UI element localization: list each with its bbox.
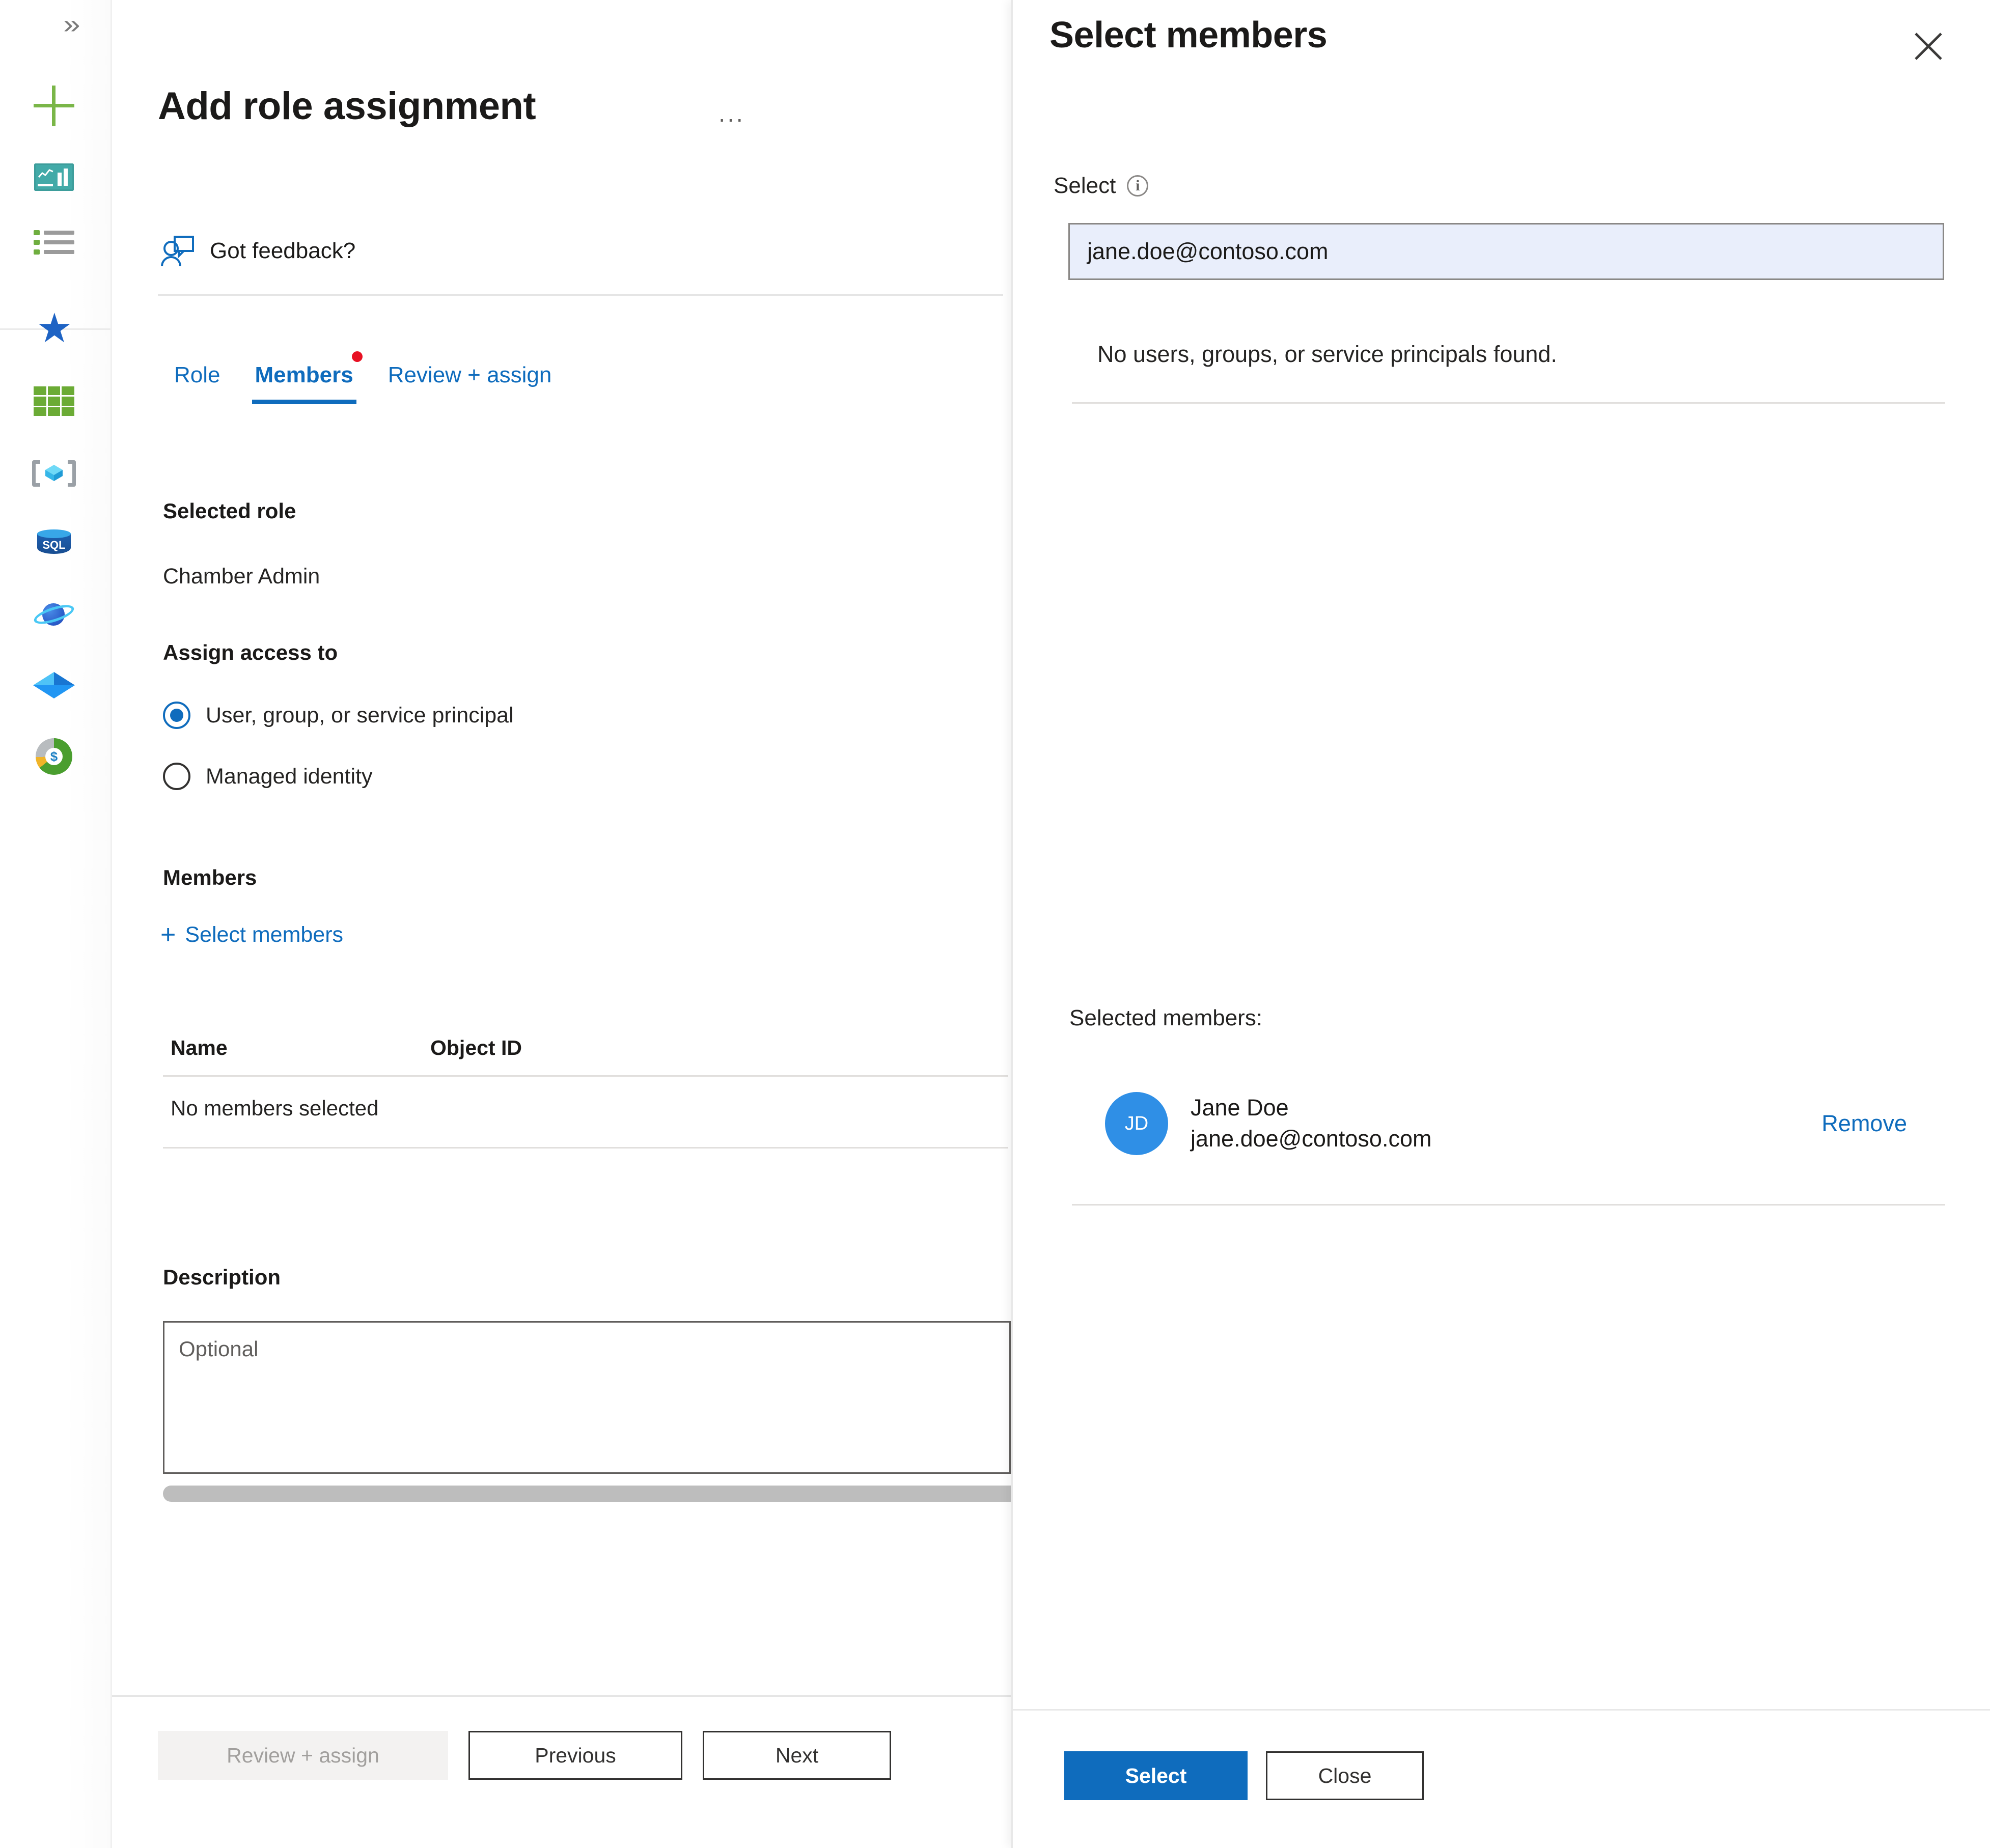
column-header-object-id: Object ID <box>430 1036 522 1059</box>
favorites-star-icon: ★ <box>36 305 73 351</box>
got-feedback-label: Got feedback? <box>210 238 356 263</box>
sql-databases-icon: SQL <box>37 529 71 558</box>
resource-groups-grid-icon <box>34 386 74 416</box>
tab-role[interactable]: Role <box>157 362 238 404</box>
sidebar-item-all-resources[interactable] <box>30 218 78 267</box>
no-results-message: No users, groups, or service principals … <box>1097 341 1557 367</box>
radio-user-group-service-principal-label: User, group, or service principal <box>206 703 514 727</box>
blade-footer-divider <box>112 1695 1011 1697</box>
blade-tabs: Role Members Review + assign <box>157 351 569 404</box>
description-placeholder: Optional <box>179 1337 259 1361</box>
panel-title: Select members <box>1049 15 1328 55</box>
sidebar-item-cost-management-and-billing[interactable]: $ <box>30 732 78 781</box>
dashboard-chart-line <box>38 169 53 180</box>
description-heading: Description <box>163 1265 281 1289</box>
selected-member-texts: Jane Doe jane.doe@contoso.com <box>1191 1094 1821 1153</box>
tab-members-label: Members <box>255 362 353 387</box>
radio-selected-icon <box>163 702 190 729</box>
feedback-person-icon <box>158 232 197 270</box>
blade-more-actions-button[interactable]: ··· <box>718 107 744 130</box>
select-members-button[interactable]: + Select members <box>160 921 343 948</box>
members-table-empty-cell: No members selected <box>171 1096 379 1120</box>
add-role-assignment-blade: Add role assignment ··· Got feedback? Ro… <box>112 0 1011 1848</box>
assign-access-to-heading: Assign access to <box>163 640 338 664</box>
selected-members-divider <box>1072 1204 1945 1206</box>
radio-managed-identity[interactable]: Managed identity <box>163 763 373 790</box>
description-input[interactable]: Optional <box>163 1321 1011 1474</box>
sidebar-item-dashboard[interactable] <box>30 153 78 202</box>
all-resources-list-icon <box>34 230 74 255</box>
select-field-label-row: Select i <box>1054 173 1149 199</box>
dashboard-bar-1 <box>58 173 62 186</box>
got-feedback-link[interactable]: Got feedback? <box>158 232 355 270</box>
select-button[interactable]: Select <box>1064 1751 1248 1800</box>
dashboard-bar-2 <box>64 169 68 186</box>
list-item: JD Jane Doe jane.doe@contoso.com Remove <box>1105 1092 1943 1155</box>
close-button[interactable]: Close <box>1266 1751 1424 1800</box>
members-table-bottom-divider <box>163 1147 1008 1149</box>
close-icon[interactable] <box>1906 24 1950 68</box>
horizontal-scrollbar-thumb[interactable] <box>163 1486 1011 1502</box>
tab-members[interactable]: Members <box>238 351 371 404</box>
selected-role-heading: Selected role <box>163 499 296 523</box>
header-divider <box>158 294 1003 296</box>
dashboard-icon <box>34 163 74 191</box>
table-row: No members selected <box>163 1077 1008 1147</box>
sidebar-item-resource-groups[interactable] <box>30 377 78 426</box>
column-header-name: Name <box>171 1036 228 1059</box>
previous-button[interactable]: Previous <box>468 1731 682 1780</box>
select-members-label: Select members <box>185 922 344 947</box>
left-nav-rail: » ★ SQL $ <box>0 0 112 1848</box>
left-nav-rail-background <box>0 0 110 1848</box>
remove-member-button[interactable]: Remove <box>1821 1110 1907 1137</box>
info-icon[interactable]: i <box>1127 175 1149 197</box>
sidebar-item-favorites[interactable]: ★ <box>30 305 78 354</box>
radio-user-group-service-principal[interactable]: User, group, or service principal <box>163 702 514 729</box>
avatar: JD <box>1105 1092 1168 1155</box>
tab-review-assign-label: Review + assign <box>388 362 552 387</box>
review-assign-button[interactable]: Review + assign <box>158 1731 448 1780</box>
panel-results-divider <box>1072 402 1945 404</box>
blade-footer: Review + assign Previous Next <box>158 1731 891 1780</box>
selected-member-email: jane.doe@contoso.com <box>1191 1126 1432 1152</box>
app-services-icon <box>32 458 76 489</box>
page-title: Add role assignment <box>158 85 536 128</box>
next-button[interactable]: Next <box>703 1731 891 1780</box>
app-root: » ★ SQL $ Add role assignment ··· Got fe… <box>0 0 1990 1848</box>
plus-icon: + <box>160 920 176 949</box>
sidebar-item-azure-service[interactable] <box>30 661 78 710</box>
tab-role-label: Role <box>174 362 220 387</box>
tab-review-assign[interactable]: Review + assign <box>371 362 569 404</box>
azure-diamond-icon <box>33 672 75 698</box>
radio-unselected-icon <box>163 763 190 790</box>
select-members-search-input[interactable]: jane.doe@contoso.com <box>1068 223 1944 280</box>
selected-role-value: Chamber Admin <box>163 564 320 589</box>
sidebar-item-app-services[interactable] <box>30 449 78 498</box>
selected-member-name: Jane Doe <box>1191 1095 1289 1121</box>
members-heading: Members <box>163 865 257 889</box>
sidebar-item-azure-cosmos-db[interactable] <box>30 590 78 638</box>
panel-footer-divider <box>1013 1709 1990 1711</box>
sidebar-item-sql-databases[interactable]: SQL <box>30 519 78 568</box>
chevron-double-right-icon[interactable]: » <box>63 11 80 38</box>
sidebar-item-create-a-resource[interactable] <box>30 81 78 130</box>
panel-footer: Select Close <box>1064 1751 1424 1800</box>
selected-members-label: Selected members: <box>1069 1005 1263 1030</box>
select-field-label: Select <box>1054 173 1116 198</box>
radio-managed-identity-label: Managed identity <box>206 764 373 789</box>
azure-cosmos-db-icon <box>32 598 76 630</box>
dashboard-underline <box>38 184 53 186</box>
members-table: Name Object ID No members selected <box>163 1036 1008 1149</box>
create-resource-plus-icon <box>34 86 74 126</box>
tab-members-badge-dot <box>351 351 363 362</box>
members-table-header: Name Object ID <box>163 1036 1008 1075</box>
cost-management-donut-icon: $ <box>36 738 72 775</box>
